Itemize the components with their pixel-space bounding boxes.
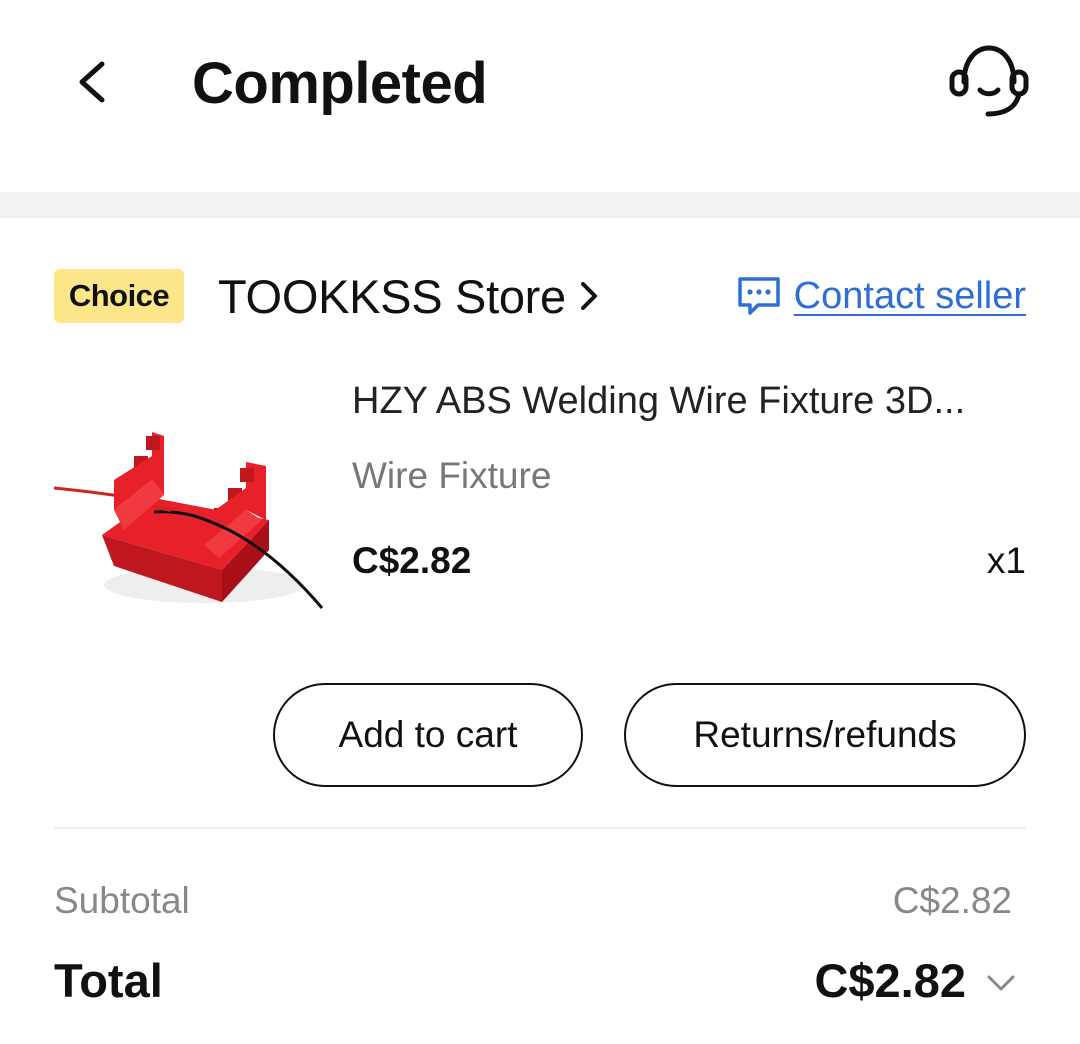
expand-total-button[interactable] xyxy=(984,972,1018,994)
page-title: Completed xyxy=(192,51,488,116)
total-label: Total xyxy=(54,954,163,1007)
store-header: Choice TOOKKSS Store Contact seller xyxy=(54,268,1026,324)
customer-support-button[interactable] xyxy=(944,42,1034,122)
store-link[interactable]: TOOKKSS Store xyxy=(218,268,600,324)
headset-icon xyxy=(949,45,1029,117)
contact-seller-link[interactable]: Contact seller xyxy=(736,268,1026,324)
total-value: C$2.82 xyxy=(814,954,966,1007)
divider xyxy=(54,827,1026,829)
product-price: C$2.82 xyxy=(352,540,472,581)
add-to-cart-button[interactable]: Add to cart xyxy=(273,683,583,787)
top-bar: Completed xyxy=(0,0,1080,192)
chevron-left-icon xyxy=(79,61,105,103)
back-button[interactable] xyxy=(70,56,118,108)
chevron-right-icon xyxy=(580,282,597,310)
choice-badge: Choice xyxy=(54,269,184,323)
product-quantity: x1 xyxy=(986,540,1026,581)
product-title[interactable]: HZY ABS Welding Wire Fixture 3D... xyxy=(352,380,1032,423)
product-variant: Wire Fixture xyxy=(352,455,552,496)
store-name: TOOKKSS Store xyxy=(218,269,566,323)
wire-fixture-image xyxy=(53,432,324,609)
returns-refunds-button[interactable]: Returns/refunds xyxy=(624,683,1026,787)
subtotal-label: Subtotal xyxy=(54,880,190,921)
section-divider xyxy=(0,192,1080,218)
subtotal-value: C$2.82 xyxy=(892,880,1012,921)
chevron-down-icon xyxy=(987,975,1015,991)
contact-seller-label: Contact seller xyxy=(793,274,1026,317)
chat-bubble-icon xyxy=(737,277,780,315)
product-image[interactable] xyxy=(53,370,324,640)
